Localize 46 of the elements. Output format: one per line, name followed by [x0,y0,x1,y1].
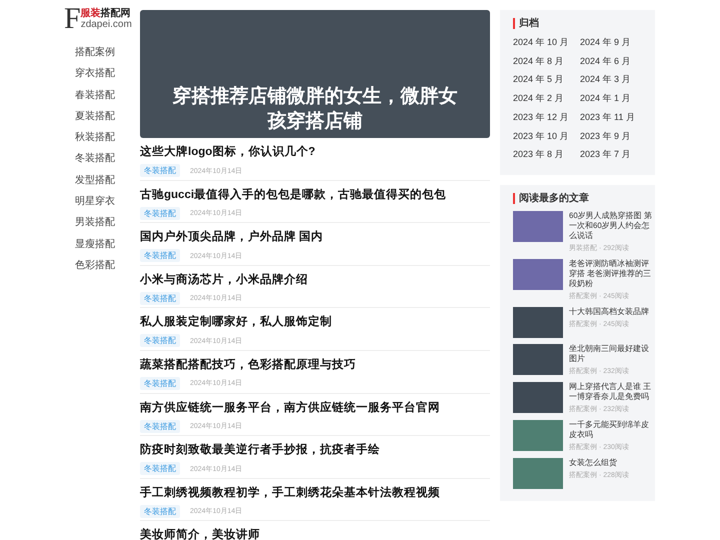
archive-link[interactable]: 2024 年 8 月 [513,54,580,68]
archive-link[interactable]: 2023 年 8 月 [513,148,580,161]
archive-link[interactable]: 2023 年 7 月 [580,148,655,161]
nav-link[interactable]: 秋装搭配 [75,127,115,148]
nav-link[interactable]: 显瘦搭配 [75,234,115,255]
article-title[interactable]: 古驰gucci最值得入手的包包是哪款，古驰最值得买的包包 [140,186,490,202]
thumbnail[interactable] [513,458,563,489]
thumbnail[interactable] [513,420,563,451]
nav-link[interactable]: 穿衣搭配 [75,63,115,85]
nav-link[interactable]: 男装搭配 [75,212,115,234]
article-title[interactable]: 这些大牌logo图标，你认识几个? [140,144,490,159]
thumbnail[interactable] [513,344,563,375]
archive-link[interactable]: 2024 年 5 月 [513,73,580,86]
hero-title: 穿搭推荐店铺微胖的女生，微胖女孩穿搭店铺 [172,84,458,134]
thumbnail[interactable] [513,306,563,338]
archive-link[interactable]: 2024 年 9 月 [580,36,655,49]
archive-link[interactable]: 2023 年 9 月 [580,130,655,142]
article-title[interactable]: 小米与商汤芯片，小米品牌介绍 [140,272,490,287]
thumbnail[interactable] [513,382,563,413]
nav-link[interactable]: 夏装搭配 [75,106,115,128]
thumbnail[interactable] [513,258,563,290]
archive-link[interactable]: 2024 年 3 月 [580,73,655,86]
nav-link[interactable]: 发型搭配 [75,170,115,192]
nav-link[interactable]: 明星穿衣 [75,191,115,212]
article-title[interactable]: 美妆师简介，美妆讲师 [140,527,490,540]
archive-link[interactable]: 2023 年 12 月 [513,110,580,124]
archive-link[interactable]: 2024 年 10 月 [513,36,580,49]
panel-title: 阅读最多的文章 [513,192,655,204]
nav-link[interactable]: 搭配案例 [75,42,115,64]
nav-link[interactable]: 冬装搭配 [75,148,115,170]
article-title[interactable]: 私人服装定制哪家好，私人服饰定制 [140,314,490,330]
article-title[interactable]: 手工刺绣视频教程初学，手工刺绣花朵基本针法教程视频 [140,484,490,500]
archive-link[interactable]: 2024 年 2 月 [513,92,580,105]
nav-link[interactable]: 春装搭配 [75,84,115,106]
thumbnail[interactable] [513,210,563,242]
article-title[interactable]: 南方供应链统一服务平台，南方供应链统一服务平台官网 [140,400,490,415]
archive-link[interactable]: 2024 年 1 月 [580,92,655,105]
archive-link[interactable]: 2024 年 6 月 [580,54,655,68]
archive-link[interactable]: 2023 年 11 月 [580,110,655,124]
archive-link[interactable]: 2023 年 10 月 [513,130,580,142]
nav-link[interactable]: 色彩搭配 [75,254,115,276]
article-title[interactable]: 蔬菜搭配搭配技巧，色彩搭配原理与技巧 [140,356,490,372]
panel-title: 归档 [513,18,655,29]
article-title[interactable]: 防疫时刻致敬最美逆行者手抄报，抗疫者手绘 [140,442,490,458]
article-title[interactable]: 国内户外顶尖品牌，户外品牌 国内 [140,229,490,244]
hero-banner[interactable]: 穿搭推荐店铺微胖的女生，微胖女孩穿搭店铺 [140,10,490,138]
